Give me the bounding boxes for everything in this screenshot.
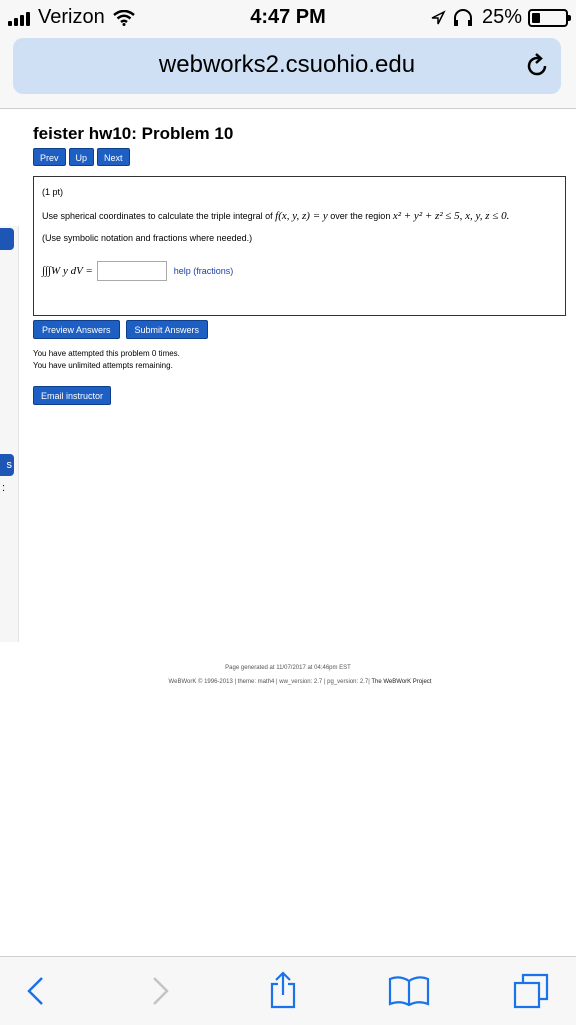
function-expression: f(x, y, z) = y	[275, 210, 328, 222]
browser-toolbar	[0, 956, 576, 1025]
problem-note: (Use symbolic notation and fractions whe…	[42, 233, 253, 243]
battery-icon	[528, 8, 571, 27]
preview-answers-button[interactable]: Preview Answers	[33, 320, 120, 339]
problem-nav: Prev Up Next	[33, 148, 133, 166]
submit-answers-button[interactable]: Submit Answers	[125, 320, 209, 339]
question-mid: over the region	[327, 211, 393, 221]
email-instructor-button[interactable]: Email instructor	[33, 386, 112, 405]
location-icon	[431, 9, 446, 24]
tabs-icon[interactable]	[512, 972, 550, 1010]
attempts-line-2: You have unlimited attempts remaining.	[33, 361, 173, 370]
share-icon[interactable]	[268, 971, 298, 1009]
headphones-icon	[453, 8, 472, 26]
browser-header: webworks2.csuohio.edu	[0, 36, 576, 109]
forward-icon[interactable]	[148, 975, 172, 1007]
footer-copyright: WeBWorK © 1996-2013 | theme: math4 | ww_…	[0, 679, 560, 685]
help-fractions-link[interactable]: help (fractions)	[174, 266, 234, 276]
problem-question: Use spherical coordinates to calculate t…	[42, 210, 509, 222]
prev-button[interactable]: Prev	[33, 148, 66, 166]
bookmarks-icon[interactable]	[388, 975, 430, 1007]
attempts-line-1: You have attempted this problem 0 times.	[33, 349, 180, 358]
webwork-project-link[interactable]: The WeBWorK Project	[371, 679, 431, 685]
integral-expression: ∫∫∫W y dV =	[42, 265, 93, 277]
sidebar-button-fragment-2[interactable]: s	[0, 454, 14, 476]
problem-box: (1 pt) Use spherical coordinates to calc…	[33, 176, 566, 316]
answer-input[interactable]	[96, 261, 167, 281]
up-button[interactable]: Up	[68, 148, 95, 166]
email-area: Email instructor	[33, 386, 114, 405]
answer-row: ∫∫∫W y dV = help (fractions)	[42, 261, 233, 281]
sidebar-button-fragment[interactable]	[0, 228, 14, 250]
address-bar[interactable]: webworks2.csuohio.edu	[13, 38, 561, 94]
problem-points: (1 pt)	[42, 187, 64, 197]
question-prefix: Use spherical coordinates to calculate t…	[42, 211, 276, 221]
url-text: webworks2.csuohio.edu	[158, 51, 416, 78]
footer-generated: Page generated at 11/07/2017 at 04:46pm …	[225, 665, 351, 671]
sidebar-colon: :	[2, 482, 6, 494]
back-icon[interactable]	[24, 975, 48, 1007]
reload-icon[interactable]	[523, 52, 551, 80]
status-bar: Verizon 4:47 PM 25%	[0, 0, 576, 36]
answer-actions: Preview Answers Submit Answers	[33, 320, 214, 339]
footer-version: WeBWorK © 1996-2013 | theme: math4 | ww_…	[168, 679, 370, 685]
battery-percent: 25%	[481, 6, 522, 28]
status-right: 25%	[430, 6, 571, 29]
attempts-info: You have attempted this problem 0 times.…	[33, 348, 180, 372]
sidebar-fragment-top	[0, 226, 19, 444]
next-button[interactable]: Next	[97, 148, 130, 166]
page-title: feister hw10: Problem 10	[33, 124, 234, 143]
region-expression: x² + y² + z² ≤ 5, x, y, z ≤ 0.	[392, 210, 510, 222]
